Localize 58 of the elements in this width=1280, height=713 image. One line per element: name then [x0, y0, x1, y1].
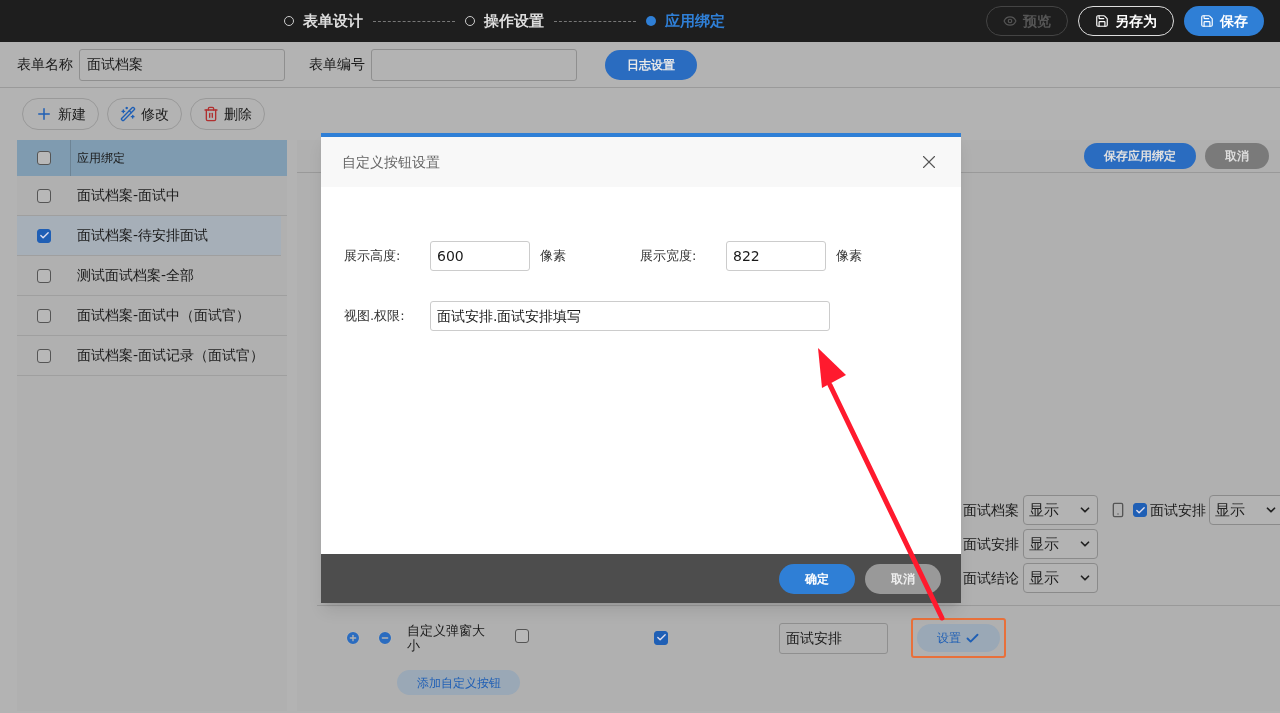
- unit-label: 像素: [540, 247, 566, 266]
- input-field[interactable]: 面试档案: [79, 48, 285, 81]
- custom-button-label: 自定义弹窗大小: [407, 623, 486, 653]
- mobile-icon: [1110, 502, 1126, 518]
- input-field[interactable]: 600: [430, 241, 530, 271]
- input-field[interactable]: [371, 48, 577, 81]
- permission-label: 面试安排: [1150, 500, 1206, 520]
- log-settings-button[interactable]: 日志设置: [605, 49, 697, 80]
- list-row-label: 面试档案-面试记录（面试官）: [76, 346, 265, 365]
- input-field[interactable]: 822: [726, 241, 826, 271]
- checkbox[interactable]: [654, 630, 668, 645]
- checkbox[interactable]: [37, 188, 51, 203]
- eye-icon: [1003, 14, 1017, 28]
- field-label: 展示高度:: [344, 247, 402, 266]
- checkbox[interactable]: [515, 629, 529, 643]
- list-row[interactable]: 面试档案-面试记录（面试官）: [17, 336, 287, 376]
- save-button[interactable]: 保存: [1184, 6, 1264, 36]
- unit-label: 像素: [836, 247, 862, 266]
- permission-label: 面试结论: [963, 568, 1019, 588]
- input-field[interactable]: 面试安排: [779, 622, 888, 654]
- step-label[interactable]: 操作设置: [484, 9, 544, 33]
- field-label: 视图.权限:: [344, 307, 406, 326]
- select-field[interactable]: 显示: [1023, 495, 1098, 525]
- plus-icon: [35, 105, 53, 123]
- input-field[interactable]: 面试安排.面试安排填写: [430, 301, 830, 331]
- save-binding-button[interactable]: 保存应用绑定: [1084, 143, 1196, 169]
- list-row-label: 面试档案-待安排面试: [76, 226, 209, 245]
- step-label[interactable]: 应用绑定: [665, 9, 725, 33]
- permission-label: 面试安排: [963, 534, 1019, 554]
- select-field[interactable]: 显示: [1023, 563, 1098, 593]
- checkbox[interactable]: [1133, 503, 1147, 517]
- dialog-title: 自定义按钮设置: [342, 152, 440, 172]
- list-row[interactable]: 面试档案-待安排面试: [17, 216, 281, 256]
- checkbox[interactable]: [37, 308, 51, 323]
- list-row[interactable]: 测试面试档案-全部: [17, 256, 287, 296]
- column-header: 应用绑定: [76, 150, 125, 167]
- field-label: 表单名称: [17, 55, 73, 74]
- save-icon: [1200, 14, 1214, 28]
- select-all-checkbox[interactable]: [36, 151, 51, 165]
- step-label[interactable]: 表单设计: [303, 9, 363, 33]
- field-label: 展示宽度:: [640, 247, 698, 266]
- add-row-icon[interactable]: [345, 630, 361, 646]
- confirm-button[interactable]: 确定: [779, 563, 855, 594]
- checkbox[interactable]: [37, 228, 51, 243]
- select-field[interactable]: 显示: [1023, 529, 1098, 559]
- permission-label: 面试档案: [963, 500, 1019, 520]
- list-row[interactable]: 面试档案-面试中（面试官）: [17, 296, 287, 336]
- checkbox[interactable]: [37, 268, 51, 283]
- list-row-label: 测试面试档案-全部: [76, 266, 195, 285]
- wand-icon: [120, 106, 136, 122]
- checkbox[interactable]: [37, 348, 51, 363]
- remove-row-icon[interactable]: [377, 630, 393, 646]
- trash-icon: [203, 106, 219, 122]
- list-row-label: 面试档案-面试中: [76, 186, 181, 205]
- list-row-label: 面试档案-面试中（面试官）: [76, 306, 251, 325]
- field-label: 表单编号: [309, 55, 365, 74]
- save-icon: [1095, 14, 1109, 28]
- select-field[interactable]: 显示: [1209, 495, 1280, 525]
